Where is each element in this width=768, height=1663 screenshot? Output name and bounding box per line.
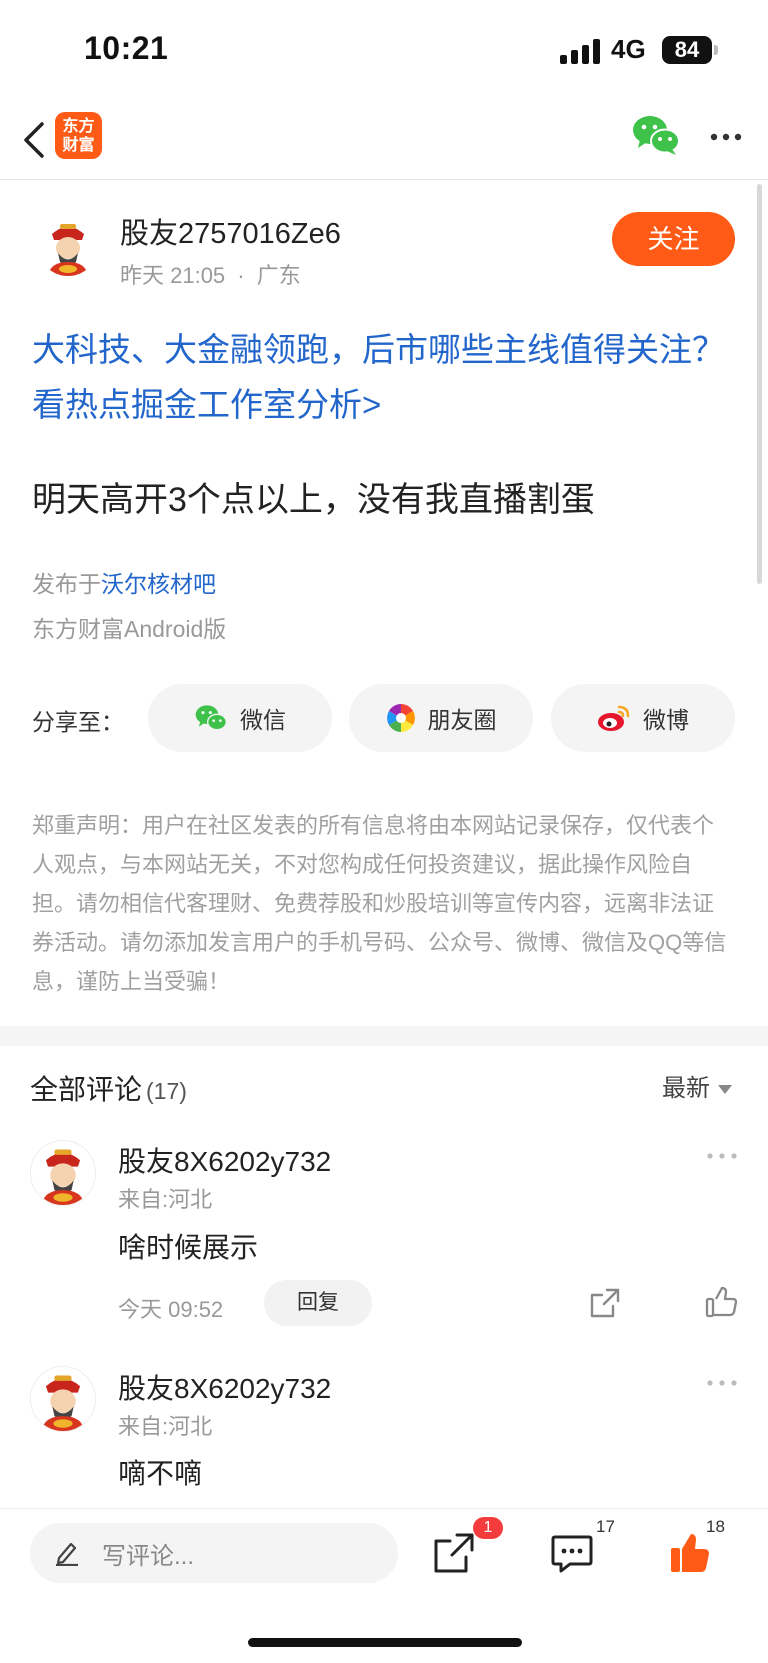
nav-bar: 东方 财富	[0, 100, 768, 180]
moments-icon	[386, 704, 415, 732]
more-icon[interactable]	[706, 1378, 738, 1388]
comments-title: 全部评论 (17)	[30, 1068, 187, 1108]
forum-link[interactable]: 沃尔核材吧	[101, 571, 216, 597]
battery-tip	[714, 45, 718, 55]
promo-link[interactable]: 大科技、大金融领跑，后市哪些主线值得关注？看热点掘金工作室分析>	[32, 322, 742, 432]
bottom-bar: 写评论... 1 17 18	[0, 1508, 768, 1663]
network-type: 4G	[611, 34, 646, 64]
comment-count: 17	[596, 1517, 615, 1536]
comment-time: 今天 09:52	[118, 1297, 224, 1322]
wechat-icon[interactable]	[632, 114, 680, 156]
share-moments-label: 朋友圈	[427, 707, 497, 733]
source-prefix: 发布于	[32, 571, 101, 597]
status-time: 10:21	[84, 30, 169, 66]
thumbs-up-icon[interactable]	[704, 1285, 738, 1319]
share-icon[interactable]	[432, 1531, 476, 1575]
caret-down-icon	[718, 1085, 732, 1095]
caishen-avatar-icon	[31, 1367, 95, 1431]
section-divider	[0, 1026, 768, 1046]
comment-location: 来自:河北	[118, 1187, 213, 1212]
share-icon[interactable]	[589, 1287, 621, 1319]
logo-text-line2: 财富	[62, 137, 95, 154]
comment-input-placeholder: 写评论...	[102, 1542, 195, 1570]
post-meta: 昨天 21:05 · 广东	[120, 258, 301, 290]
like-count: 18	[706, 1517, 725, 1536]
caishen-avatar-icon	[38, 216, 98, 276]
share-wechat-button[interactable]: 微信	[148, 684, 332, 752]
meta-separator: ·	[237, 263, 245, 288]
share-moments-button[interactable]: 朋友圈	[349, 684, 533, 752]
comment-author[interactable]: 股友8X6202y732	[118, 1140, 331, 1180]
scrollbar[interactable]	[757, 184, 762, 584]
comment-text: 嘀不嘀	[118, 1458, 203, 1489]
caishen-avatar-icon	[31, 1141, 95, 1205]
status-bar: 10:21 4G 84	[0, 0, 768, 100]
share-weibo-label: 微博	[643, 707, 689, 733]
follow-button[interactable]: 关注	[612, 212, 735, 266]
comment-icon[interactable]	[550, 1531, 594, 1575]
comment-author[interactable]: 股友8X6202y732	[118, 1367, 331, 1407]
comment-avatar[interactable]	[30, 1366, 96, 1432]
wechat-icon	[195, 705, 227, 731]
thumbs-up-icon[interactable]	[668, 1531, 712, 1575]
logo-text-line1: 东方	[62, 118, 95, 135]
author-name[interactable]: 股友2757016Ze6	[120, 210, 341, 252]
share-badge: 1	[473, 1517, 503, 1539]
sort-dropdown[interactable]: 最新	[662, 1068, 732, 1103]
comment-avatar[interactable]	[30, 1140, 96, 1206]
home-indicator[interactable]	[248, 1638, 522, 1647]
battery-icon: 84	[662, 36, 712, 64]
share-label: 分享至：	[32, 709, 124, 735]
signal-icon	[560, 38, 602, 64]
pencil-icon	[56, 1542, 78, 1566]
share-weibo-button[interactable]: 微博	[551, 684, 735, 752]
comment-text: 啥时候展示	[118, 1232, 259, 1263]
more-icon[interactable]	[706, 1151, 738, 1161]
comments-count: (17)	[146, 1078, 187, 1104]
reply-button[interactable]: 回复	[264, 1280, 372, 1326]
post-time: 昨天 21:05	[120, 263, 226, 288]
app-logo[interactable]: 东方 财富	[55, 112, 102, 159]
post-location: 广东	[256, 263, 301, 288]
post-source: 发布于沃尔核材吧	[32, 565, 216, 599]
more-icon[interactable]	[708, 122, 744, 152]
disclaimer: 郑重声明：用户在社区发表的所有信息将由本网站记录保存，仅代表个人观点，与本网站无…	[32, 813, 727, 994]
weibo-icon	[598, 705, 630, 731]
comments-title-label: 全部评论	[30, 1074, 143, 1105]
comment-location: 来自:河北	[118, 1414, 213, 1439]
post-body: 明天高开3个点以上，没有我直播割蛋	[32, 481, 595, 519]
author-avatar[interactable]	[38, 216, 98, 276]
post-client: 东方财富Android版	[32, 616, 227, 642]
sort-label: 最新	[662, 1075, 710, 1102]
comment-input[interactable]: 写评论...	[30, 1523, 398, 1583]
share-wechat-label: 微信	[240, 707, 286, 733]
